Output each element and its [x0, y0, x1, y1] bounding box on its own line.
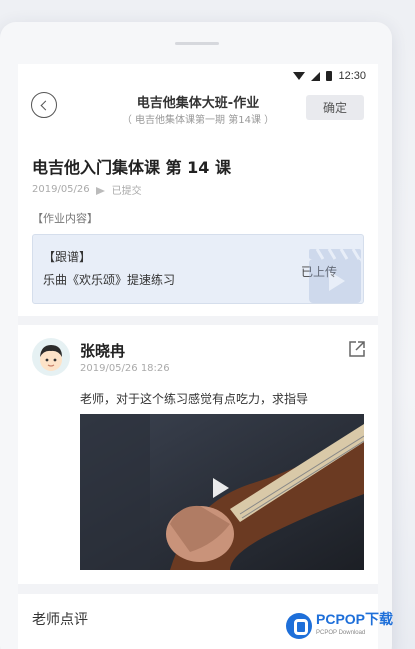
watermark-brand: PCPOP下载 [316, 611, 394, 627]
play-icon[interactable] [213, 478, 229, 498]
homework-tag: 【跟谱】 [43, 250, 92, 264]
video-player[interactable] [80, 414, 364, 570]
user-name: 张晓冉 [80, 342, 126, 360]
send-icon [95, 185, 106, 195]
status-bar: 12:30 [293, 68, 366, 84]
site-watermark: PCPOP下载 PCPOP Download [286, 610, 415, 642]
teacher-review-title: 老师点评 [32, 612, 88, 628]
app-screen: 12:30 电吉他集体大班-作业 （ 电吉他集体课第一期 第14课 ） 确定 电… [18, 64, 378, 649]
wifi-icon [293, 72, 306, 80]
speaker-grille [175, 42, 219, 45]
pcpop-logo-icon [286, 613, 312, 639]
post-comment: 老师，对于这个练习感觉有点吃力，求指导 [80, 392, 309, 406]
watermark-sub: PCPOP Download [316, 630, 366, 636]
phone-frame: 12:30 电吉他集体大班-作业 （ 电吉他集体课第一期 第14课 ） 确定 电… [0, 22, 392, 649]
video-clapper-icon [309, 248, 361, 303]
confirm-button[interactable]: 确定 [306, 95, 364, 120]
share-icon[interactable] [348, 340, 366, 358]
lesson-date: 2019/05/26 [32, 184, 90, 195]
submitted-status: 已提交 [111, 186, 142, 197]
lesson-meta: 2019/05/26 已提交 [32, 182, 142, 197]
homework-card[interactable]: 【跟谱】 乐曲《欢乐颂》提速练习 已上传 [32, 234, 364, 304]
watermark-text: PCPOP下载 PCPOP Download [316, 612, 393, 640]
user-avatar[interactable] [32, 338, 70, 376]
homework-name: 乐曲《欢乐颂》提速练习 [43, 273, 176, 287]
status-time: 12:30 [338, 70, 366, 82]
post-time: 2019/05/26 18:26 [80, 363, 170, 374]
signal-icon [311, 71, 321, 81]
page-title: 电吉他集体大班-作业 [136, 96, 260, 111]
battery-icon [326, 71, 333, 81]
avatar-illustration [40, 345, 62, 371]
lesson-title: 电吉他入门集体课 第 14 课 [32, 158, 231, 177]
section-divider [18, 316, 378, 325]
section-divider [18, 584, 378, 594]
homework-section-label: 【作业内容】 [32, 212, 98, 225]
back-icon[interactable] [31, 92, 57, 118]
navigation-bar: 电吉他集体大班-作业 （ 电吉他集体课第一期 第14课 ） 确定 [18, 84, 378, 132]
page-subtitle: （ 电吉他集体课第一期 第14课 ） [121, 115, 275, 126]
